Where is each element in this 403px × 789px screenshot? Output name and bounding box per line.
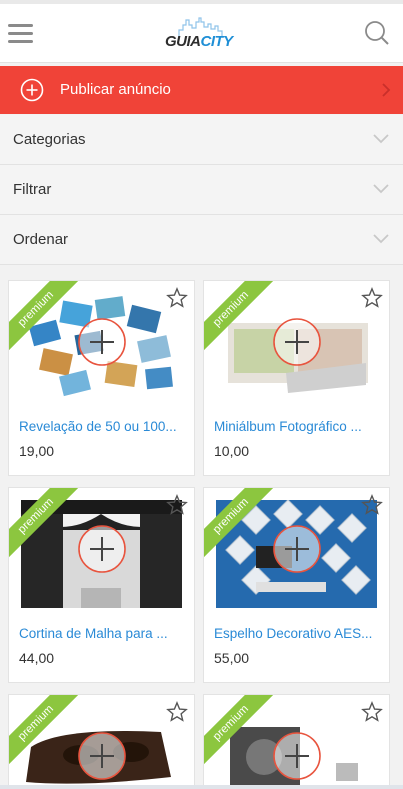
product-card[interactable]: premium Espelho Decorativo AES... 55,00 [203, 487, 390, 683]
chevron-down-icon [373, 234, 389, 244]
order-dropdown[interactable]: Ordenar [0, 215, 403, 265]
favorite-star-icon[interactable] [361, 287, 383, 309]
product-card[interactable]: premium [203, 694, 390, 786]
add-icon[interactable] [77, 731, 127, 781]
bottom-border [0, 785, 403, 789]
hamburger-icon[interactable] [8, 24, 33, 44]
add-icon[interactable] [272, 524, 322, 574]
chevron-down-icon [373, 134, 389, 144]
product-price: 44,00 [19, 650, 55, 666]
filter-label: Filtrar [13, 181, 52, 198]
product-title[interactable]: Revelação de 50 ou 100... [19, 419, 189, 434]
filter-dropdown[interactable]: Filtrar [0, 165, 403, 215]
product-card[interactable]: premium Revelação de 50 ou 100... 19,00 [8, 280, 195, 476]
favorite-star-icon[interactable] [361, 701, 383, 723]
product-price: 55,00 [214, 650, 250, 666]
product-price: 10,00 [214, 443, 250, 459]
favorite-star-icon[interactable] [361, 494, 383, 516]
search-icon[interactable] [363, 19, 391, 47]
product-price: 19,00 [19, 443, 55, 459]
top-bar: GUIACITY [0, 0, 403, 63]
chevron-right-icon [382, 83, 391, 97]
add-icon[interactable] [77, 317, 127, 367]
categories-label: Categorias [13, 131, 86, 148]
add-icon[interactable] [272, 731, 322, 781]
logo[interactable]: GUIACITY [165, 16, 237, 52]
chevron-down-icon [373, 184, 389, 194]
favorite-star-icon[interactable] [166, 494, 188, 516]
publish-ad-button[interactable]: Publicar anúncio [0, 66, 403, 114]
add-icon[interactable] [272, 317, 322, 367]
product-card[interactable]: premium Miniálbum Fotográfico ... 10,00 [203, 280, 390, 476]
logo-text: GUIACITY [165, 33, 233, 50]
product-card[interactable]: premium [8, 694, 195, 786]
plus-circle-icon [20, 78, 44, 102]
favorite-star-icon[interactable] [166, 287, 188, 309]
product-title[interactable]: Cortina de Malha para ... [19, 626, 189, 641]
categories-dropdown[interactable]: Categorias [0, 115, 403, 165]
product-card[interactable]: premium Cortina de Malha para ... 44,00 [8, 487, 195, 683]
add-icon[interactable] [77, 524, 127, 574]
favorite-star-icon[interactable] [166, 701, 188, 723]
publish-ad-label: Publicar anúncio [60, 81, 171, 98]
product-title[interactable]: Espelho Decorativo AES... [214, 626, 384, 641]
order-label: Ordenar [13, 231, 69, 248]
product-title[interactable]: Miniálbum Fotográfico ... [214, 419, 384, 434]
